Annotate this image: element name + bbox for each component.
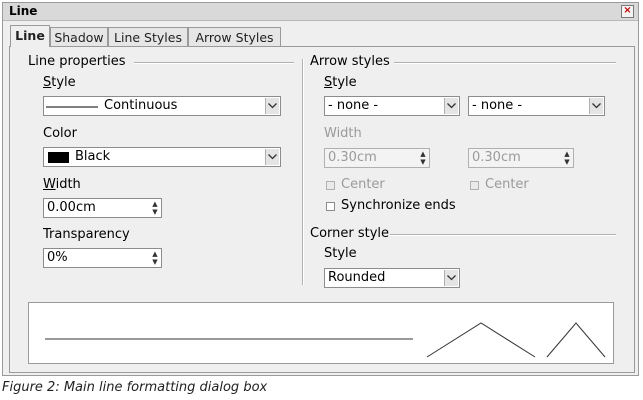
chevron-down-icon[interactable] [444, 270, 458, 286]
line-width-field[interactable]: 0.00cm ▲ ▼ [43, 198, 162, 218]
preview-corner-line-2 [546, 322, 606, 358]
transparency-value: 0% [47, 250, 68, 265]
start-arrow-width-value: 0.30cm [328, 150, 377, 165]
column-separator [302, 59, 304, 285]
end-center-checkbox[interactable] [470, 181, 479, 190]
corner-style-separator [390, 234, 616, 236]
arrow-up-icon[interactable]: ▲ [562, 150, 572, 158]
arrow-down-icon[interactable]: ▼ [418, 158, 428, 166]
close-icon[interactable]: × [621, 5, 634, 18]
line-preview [28, 302, 614, 364]
spin-buttons[interactable]: ▲ ▼ [418, 150, 428, 166]
arrow-width-label: Width [324, 126, 362, 141]
end-arrow-value: - none - [472, 98, 523, 113]
line-style-select[interactable]: Continuous [43, 96, 281, 116]
end-center-label: Center [485, 177, 529, 192]
title-bar: Line × [3, 3, 638, 21]
spin-buttons[interactable]: ▲ ▼ [150, 250, 160, 266]
spin-buttons[interactable]: ▲ ▼ [562, 150, 572, 166]
end-arrow-width-value: 0.30cm [472, 150, 521, 165]
arrow-styles-heading: Arrow styles [310, 54, 390, 69]
corner-style-value: Rounded [328, 270, 386, 285]
corner-style-label: Style [324, 246, 357, 261]
window-title: Line [9, 4, 38, 18]
transparency-field[interactable]: 0% ▲ ▼ [43, 248, 162, 268]
start-arrow-width-field[interactable]: 0.30cm ▲ ▼ [324, 148, 430, 168]
line-properties-heading: Line properties [28, 54, 126, 69]
chevron-down-icon[interactable] [444, 98, 458, 114]
start-arrow-select[interactable]: - none - [324, 96, 460, 116]
arrow-styles-separator [394, 62, 616, 64]
tab-shadow[interactable]: Shadow [50, 27, 108, 46]
preview-corner-line-1 [426, 322, 536, 358]
line-color-label: Color [43, 126, 77, 141]
arrow-down-icon[interactable]: ▼ [150, 208, 160, 216]
end-arrow-width-field[interactable]: 0.30cm ▲ ▼ [468, 148, 574, 168]
preview-graphic [45, 322, 606, 358]
line-dialog: Line × Line Shadow Line Styles Arrow Sty… [2, 2, 639, 376]
arrow-down-icon[interactable]: ▼ [562, 158, 572, 166]
corner-style-select[interactable]: Rounded [324, 268, 460, 288]
line-style-value: Continuous [104, 98, 178, 113]
chevron-down-icon[interactable] [589, 98, 603, 114]
synchronize-ends-label: Synchronize ends [341, 198, 456, 213]
start-center-label: Center [341, 177, 385, 192]
chevron-down-icon[interactable] [265, 149, 279, 165]
line-style-sample [46, 106, 98, 108]
line-width-label: Width [43, 177, 81, 192]
line-width-value: 0.00cm [47, 200, 96, 215]
start-arrow-value: - none - [328, 98, 379, 113]
arrow-up-icon[interactable]: ▲ [418, 150, 428, 158]
spin-buttons[interactable]: ▲ ▼ [150, 200, 160, 216]
transparency-label: Transparency [43, 227, 130, 242]
synchronize-ends-checkbox[interactable] [326, 202, 335, 211]
color-swatch [48, 152, 69, 163]
line-color-select[interactable]: Black [43, 147, 281, 167]
tab-line[interactable]: Line [10, 25, 50, 47]
arrow-up-icon[interactable]: ▲ [150, 200, 160, 208]
tab-panel: Line properties Style Continuous Color B… [9, 46, 635, 373]
arrow-up-icon[interactable]: ▲ [150, 250, 160, 258]
figure-caption: Figure 2: Main line formatting dialog bo… [2, 380, 268, 395]
tab-line-styles[interactable]: Line Styles [108, 27, 188, 46]
start-center-checkbox[interactable] [326, 181, 335, 190]
end-arrow-select[interactable]: - none - [468, 96, 605, 116]
chevron-down-icon[interactable] [265, 98, 279, 114]
tab-arrow-styles[interactable]: Arrow Styles [188, 27, 281, 46]
line-color-value: Black [75, 149, 111, 164]
corner-style-heading: Corner style [310, 226, 390, 241]
line-properties-separator [134, 62, 294, 64]
arrow-style-label: Style [324, 75, 357, 90]
line-style-label: Style [43, 75, 76, 90]
arrow-down-icon[interactable]: ▼ [150, 258, 160, 266]
